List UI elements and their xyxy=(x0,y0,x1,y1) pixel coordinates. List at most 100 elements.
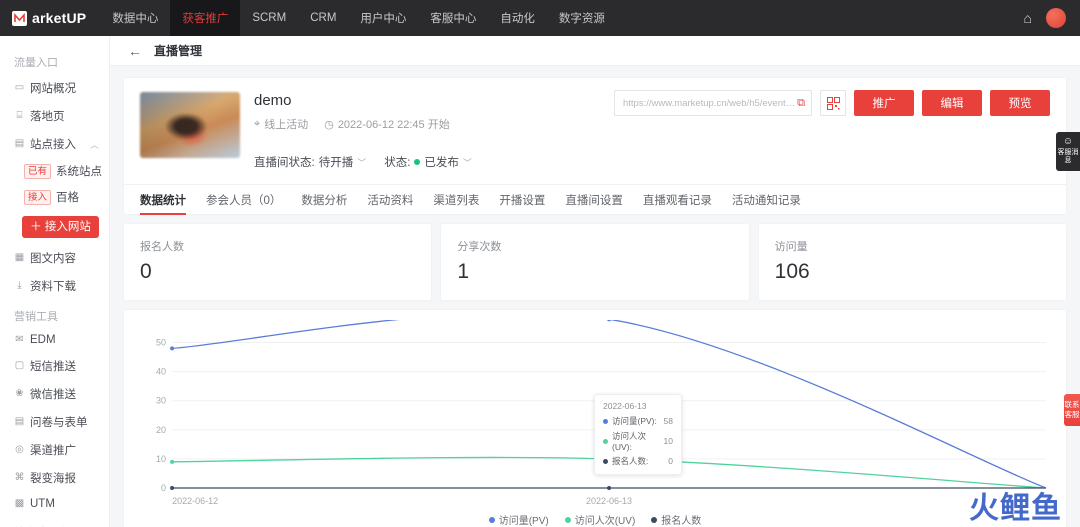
copy-icon[interactable]: ⧉ xyxy=(797,97,805,109)
legend-swatch-uv xyxy=(564,516,571,523)
scroll-body: demo ⌖ 线上活动 ◷ 2022-06-12 22:45 开始 直播间状态:… xyxy=(110,66,1080,527)
nav-item-6[interactable]: 自动化 xyxy=(488,0,547,36)
sidebar-item-edm[interactable]: ✉ EDM xyxy=(0,328,109,352)
publish-status-value: 已发布 xyxy=(424,157,459,169)
utm-icon: ▩ xyxy=(14,498,25,509)
wechat-icon: ❀ xyxy=(15,388,24,399)
tooltip-row-registrations: 报名人数: 0 xyxy=(603,455,673,467)
nav-item-2[interactable]: SCRM xyxy=(240,0,298,36)
sidebar-item-sms-push[interactable]: ▢ 短信推送 xyxy=(0,352,109,380)
sidebar-item-website-overview[interactable]: ▭ 网站概况 xyxy=(0,74,109,102)
svg-text:10: 10 xyxy=(156,454,166,464)
chart-legend: 访问量(PV) 访问人次(UV) 报名人数 xyxy=(134,512,1056,527)
event-url-box[interactable]: https://www.marketup.cn/web/h5/event/324… xyxy=(614,90,812,116)
tooltip-row-pv: 访问量(PV): 58 xyxy=(603,415,673,427)
sidebar-item-channel-promotion[interactable]: ◎ 渠道推广 xyxy=(0,436,109,464)
legend-label: 访问人次(UV) xyxy=(574,516,636,527)
brand-mark-icon xyxy=(12,10,27,26)
tab-live-view-records[interactable]: 直播观看记录 xyxy=(643,185,712,215)
home-icon[interactable]: ⌂ xyxy=(1024,11,1032,25)
sidebar-item-label: 图文内容 xyxy=(30,253,76,265)
page-header: ← 直播管理 xyxy=(110,36,1080,66)
sidebar-item-wechat-push[interactable]: ❀ 微信推送 xyxy=(0,380,109,408)
nav-item-7[interactable]: 数字资源 xyxy=(547,0,617,36)
svg-text:2022-06-13: 2022-06-13 xyxy=(586,496,632,506)
sidebar-item-survey-form[interactable]: ▤ 问卷与表单 xyxy=(0,408,109,436)
publish-status-select[interactable]: 状态: 已发布 ﹀ xyxy=(384,154,472,170)
room-status-value: 待开播 xyxy=(318,157,354,169)
sidebar-item-label: 资料下载 xyxy=(30,281,76,293)
sidebar-item-resource-download[interactable]: ⤓ 资料下载 xyxy=(0,272,109,300)
tab-broadcast-settings[interactable]: 开播设置 xyxy=(499,185,545,215)
room-status-label: 直播间状态: xyxy=(254,157,315,169)
sidebar-item-label: 网站概况 xyxy=(30,83,76,95)
top-navigation-bar: arketUP 数据中心 获客推广 SCRM CRM 用户中心 客服中心 自动化… xyxy=(0,0,1080,36)
sidebar-item-site-access[interactable]: ▤ 站点接入 ︿ xyxy=(0,130,109,158)
event-time: ◷ 2022-06-12 22:45 开始 xyxy=(324,116,450,132)
sidebar-subitem-label: 百格 xyxy=(56,192,80,204)
nav-item-4[interactable]: 用户中心 xyxy=(348,0,418,36)
nav-item-0[interactable]: 数据中心 xyxy=(100,0,170,36)
preview-button[interactable]: 预览 xyxy=(990,90,1050,116)
room-status-select[interactable]: 直播间状态: 待开播 ﹀ xyxy=(254,154,366,170)
tab-live-room-settings[interactable]: 直播间设置 xyxy=(565,185,623,215)
svg-text:0: 0 xyxy=(161,483,166,493)
event-status-row: 直播间状态: 待开播 ﹀ 状态: 已发布 ﹀ xyxy=(254,154,1050,170)
tab-attendees[interactable]: 参会人员（0） xyxy=(206,185,281,215)
channel-icon: ◎ xyxy=(15,444,24,455)
location-pin-icon: ⌖ xyxy=(254,117,261,130)
legend-item-uv[interactable]: 访问人次(UV) xyxy=(564,512,636,527)
event-type: ⌖ 线上活动 xyxy=(254,116,308,132)
nav-item-1[interactable]: 获客推广 xyxy=(170,0,241,36)
chevron-down-icon: ﹀ xyxy=(462,157,472,168)
sidebar-item-utm[interactable]: ▩ UTM xyxy=(0,492,109,516)
stat-card-registrations: 报名人数 0 xyxy=(124,224,432,300)
event-meta: ⌖ 线上活动 ◷ 2022-06-12 22:45 开始 xyxy=(254,116,1050,132)
qrcode-button[interactable] xyxy=(820,90,846,116)
sidebar-item-fission-poster[interactable]: ⌘ 裂变海报 xyxy=(0,464,109,492)
legend-swatch-registrations xyxy=(651,516,658,523)
publish-status-label: 状态: xyxy=(384,157,411,169)
badge-existing: 已有 xyxy=(24,163,52,179)
tab-event-materials[interactable]: 活动资料 xyxy=(367,185,413,215)
poster-icon: ⌘ xyxy=(14,472,25,483)
sidebar-subitem-baige[interactable]: 接入 百格 xyxy=(0,184,109,210)
stat-label: 报名人数 xyxy=(140,241,184,253)
tab-data-analysis[interactable]: 数据分析 xyxy=(301,185,347,215)
tab-channel-list[interactable]: 渠道列表 xyxy=(433,185,479,215)
stat-card-visits: 访问量 106 xyxy=(758,224,1066,300)
sidebar-item-landing-page[interactable]: ⌸ 落地页 xyxy=(0,102,109,130)
mail-icon: ✉ xyxy=(15,334,24,345)
event-thumbnail xyxy=(140,92,240,158)
legend-item-pv[interactable]: 访问量(PV) xyxy=(488,512,549,527)
contact-service-tab[interactable]: 联系客服 xyxy=(1064,394,1080,426)
customer-service-tab[interactable]: ☺ 客服消息 xyxy=(1056,132,1080,171)
tab-data-statistics[interactable]: 数据统计 xyxy=(140,185,186,215)
promote-button[interactable]: 推广 xyxy=(854,90,914,116)
svg-text:2022-06-12: 2022-06-12 xyxy=(172,496,218,506)
avatar[interactable] xyxy=(1046,8,1066,28)
top-nav-items: 数据中心 获客推广 SCRM CRM 用户中心 客服中心 自动化 数字资源 xyxy=(100,0,617,36)
back-arrow-icon[interactable]: ← xyxy=(128,44,142,58)
download-icon: ⤓ xyxy=(17,280,22,291)
event-type-label: 线上活动 xyxy=(264,119,309,131)
sidebar-group-title-traffic: 流量入口 xyxy=(14,57,58,69)
nav-item-3[interactable]: CRM xyxy=(298,0,348,36)
sms-icon: ▢ xyxy=(14,360,25,371)
sidebar-subitem-system-site[interactable]: 已有 系统站点 xyxy=(0,158,109,184)
tooltip-swatch-uv xyxy=(603,438,608,444)
sidebar-item-article-content[interactable]: ▦ 图文内容 xyxy=(0,244,109,272)
brand-logo[interactable]: arketUP xyxy=(0,0,100,36)
tab-notification-records[interactable]: 活动通知记录 xyxy=(732,185,801,215)
legend-label: 访问量(PV) xyxy=(498,516,549,527)
chevron-up-icon: ︿ xyxy=(89,139,99,150)
edit-button[interactable]: 编辑 xyxy=(922,90,982,116)
legend-label: 报名人数 xyxy=(661,516,702,527)
add-site-button[interactable]: ＋ 接入网站 xyxy=(22,216,99,238)
nav-item-5[interactable]: 客服中心 xyxy=(418,0,488,36)
tooltip-value: 10 xyxy=(663,436,673,446)
legend-swatch-pv xyxy=(488,516,495,523)
page-title: 直播管理 xyxy=(154,44,203,58)
chart-card: 0 10 20 30 40 50 2022-06-12 2022-06-13 访问量(PV) … xyxy=(124,310,1066,527)
legend-item-registrations[interactable]: 报名人数 xyxy=(651,512,701,527)
